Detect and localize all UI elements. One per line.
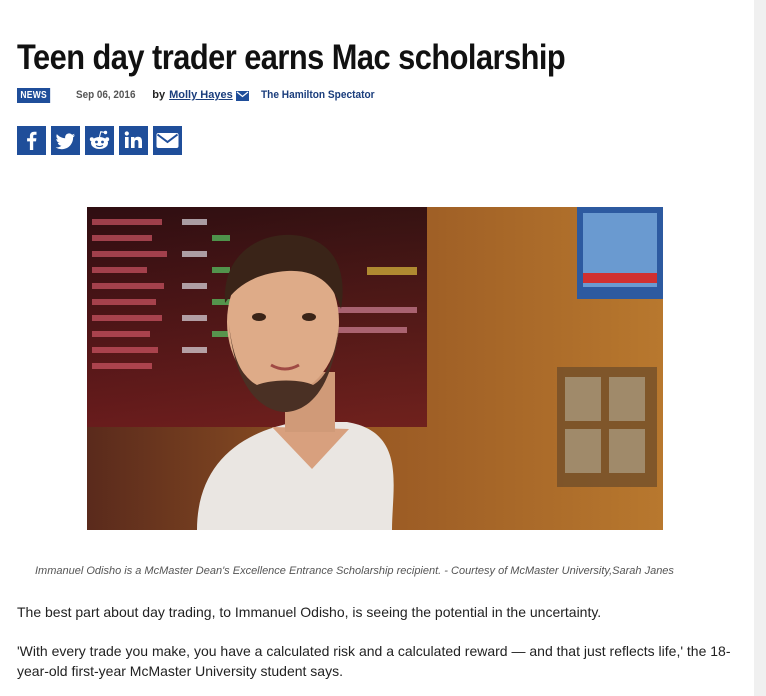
article-photo [87, 207, 663, 530]
linkedin-icon [124, 131, 142, 148]
photo-caption: Immanuel Odisho is a McMaster Dean's Exc… [35, 565, 674, 577]
outlet-link[interactable]: The Hamilton Spectator [261, 89, 375, 101]
category-badge[interactable]: NEWS [17, 87, 51, 103]
article-meta: NEWS Sep 06, 2016 by Molly Hayes The Ham… [17, 86, 384, 104]
share-email-button[interactable] [153, 126, 182, 155]
share-linkedin-button[interactable] [119, 126, 148, 155]
facebook-icon [27, 131, 37, 150]
byline-label: by [152, 89, 166, 101]
email-author-icon[interactable] [235, 91, 249, 101]
share-bar [17, 126, 182, 155]
publish-date: Sep 06, 2016 [76, 89, 136, 101]
share-twitter-button[interactable] [51, 126, 80, 155]
author-link[interactable]: Molly Hayes [169, 89, 233, 101]
article-paragraph: The best part about day trading, to Imma… [17, 604, 602, 620]
share-facebook-button[interactable] [17, 126, 46, 155]
headline: Teen day trader earns Mac scholarship [17, 38, 566, 77]
article-paragraph: 'With every trade you make, you have a c… [17, 643, 731, 679]
share-reddit-button[interactable] [85, 126, 114, 155]
scrollbar[interactable] [754, 0, 766, 696]
twitter-icon [55, 133, 75, 150]
reddit-icon [89, 130, 110, 149]
email-icon [156, 133, 179, 148]
